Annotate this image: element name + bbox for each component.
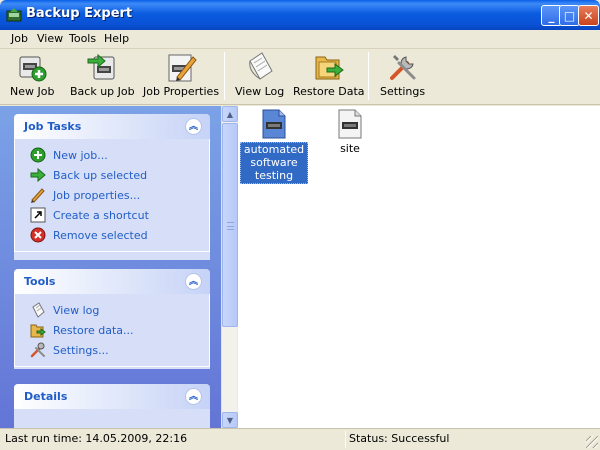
back-up-job-button[interactable]: Back up Job <box>70 51 135 101</box>
restore-icon <box>30 324 46 338</box>
restore-data-label: Restore Data <box>293 85 365 98</box>
job-properties-button[interactable]: Job Properties <box>143 51 219 101</box>
task-restore-data[interactable]: Restore data... <box>15 320 209 340</box>
details-title: Details <box>24 390 68 403</box>
task-label: Remove selected <box>53 228 148 242</box>
shortcut-icon <box>30 207 46 223</box>
restore-data-icon <box>315 56 344 80</box>
app-icon <box>6 8 22 22</box>
job-tasks-list: New job... Back up selected Job properti… <box>14 139 210 252</box>
task-back-up-selected[interactable]: Back up selected <box>15 165 209 185</box>
job-properties-label: Job Properties <box>143 85 220 98</box>
left-pane-scrollbar[interactable]: ▲ ▼ <box>221 106 238 428</box>
job-tasks-panel: Job Tasks ︽ New job... Back up selected <box>14 114 210 260</box>
new-job-button[interactable]: New Job <box>10 51 54 101</box>
view-log-icon <box>248 52 273 80</box>
menu-help[interactable]: Help <box>104 32 129 45</box>
pencil-icon <box>31 188 45 203</box>
task-label: Back up selected <box>53 168 148 182</box>
view-log-label: View Log <box>235 85 285 98</box>
resize-grip-icon[interactable] <box>586 436 598 448</box>
task-job-properties[interactable]: Job properties... <box>15 185 209 205</box>
details-panel: Details ︽ <box>14 384 210 428</box>
job-name: site <box>340 142 360 155</box>
task-settings[interactable]: Settings... <box>15 340 209 360</box>
new-job-icon <box>19 56 47 82</box>
scroll-thumb[interactable] <box>222 123 238 327</box>
remove-icon <box>30 227 46 243</box>
toolbar-separator <box>368 52 369 100</box>
job-file-icon <box>262 109 286 139</box>
menu-bar: Job View Tools Help <box>0 30 600 49</box>
settings-icon <box>389 55 416 80</box>
task-label: Create a shortcut <box>53 208 149 222</box>
back-up-job-label: Back up Job <box>70 85 135 98</box>
scroll-up-button[interactable]: ▲ <box>222 106 238 122</box>
menu-tools[interactable]: Tools <box>69 32 96 45</box>
arrow-right-icon <box>30 167 46 183</box>
tools-title: Tools <box>24 275 56 288</box>
task-label: New job... <box>53 148 108 162</box>
menu-job[interactable]: Job <box>11 32 28 45</box>
new-job-label: New Job <box>10 85 55 98</box>
maximize-button[interactable]: □ <box>559 5 580 26</box>
log-icon <box>32 302 45 318</box>
task-create-shortcut[interactable]: Create a shortcut <box>15 205 209 225</box>
job-tasks-header[interactable]: Job Tasks ︽ <box>14 114 210 139</box>
job-properties-icon <box>168 54 197 82</box>
details-header[interactable]: Details ︽ <box>14 384 210 409</box>
back-up-job-icon <box>87 53 115 80</box>
job-tasks-title: Job Tasks <box>24 120 82 133</box>
status-bar: Last run time: 14.05.2009, 22:16 Status:… <box>0 428 600 450</box>
job-file-icon <box>338 109 362 139</box>
tools-icon <box>30 342 45 358</box>
app-window: Backup Expert _ □ ✕ Job View Tools Help … <box>0 0 600 450</box>
task-new-job[interactable]: New job... <box>15 145 209 165</box>
toolbar: New Job Back up Job Job Properties View … <box>0 49 600 105</box>
task-pane: Job Tasks ︽ New job... Back up selected <box>0 106 221 428</box>
collapse-icon[interactable]: ︽ <box>185 273 202 290</box>
job-item[interactable]: automated software testing <box>239 108 309 184</box>
task-remove-selected[interactable]: Remove selected <box>15 225 209 245</box>
task-view-log[interactable]: View log <box>15 300 209 320</box>
job-list: automated software testing site <box>238 106 600 428</box>
status-text: Status: Successful <box>349 432 450 445</box>
view-log-button[interactable]: View Log <box>235 51 284 101</box>
tools-header[interactable]: Tools ︽ <box>14 269 210 294</box>
task-label: Restore data... <box>53 323 134 337</box>
job-item[interactable]: site <box>330 108 370 155</box>
task-label: Job properties... <box>53 188 141 202</box>
collapse-icon[interactable]: ︽ <box>185 388 202 405</box>
menu-view[interactable]: View <box>37 32 63 45</box>
window-title: Backup Expert <box>26 6 133 21</box>
last-run-time: Last run time: 14.05.2009, 22:16 <box>5 432 188 445</box>
tools-panel: Tools ︽ View log Restore data... Setting… <box>14 269 210 369</box>
close-button[interactable]: ✕ <box>578 5 599 26</box>
restore-data-button[interactable]: Restore Data <box>293 51 365 101</box>
settings-label: Settings <box>380 85 426 98</box>
add-icon <box>30 147 46 163</box>
title-bar[interactable]: Backup Expert _ □ ✕ <box>0 0 600 30</box>
job-name: automated software testing <box>239 142 309 184</box>
toolbar-separator <box>224 52 225 100</box>
task-label: View log <box>53 303 100 317</box>
collapse-icon[interactable]: ︽ <box>185 118 202 135</box>
grip-icon <box>227 222 234 230</box>
settings-button[interactable]: Settings <box>380 51 425 101</box>
scroll-down-button[interactable]: ▼ <box>222 412 238 428</box>
task-label: Settings... <box>53 343 109 357</box>
status-divider <box>345 431 346 448</box>
tools-list: View log Restore data... Settings... <box>14 294 210 367</box>
